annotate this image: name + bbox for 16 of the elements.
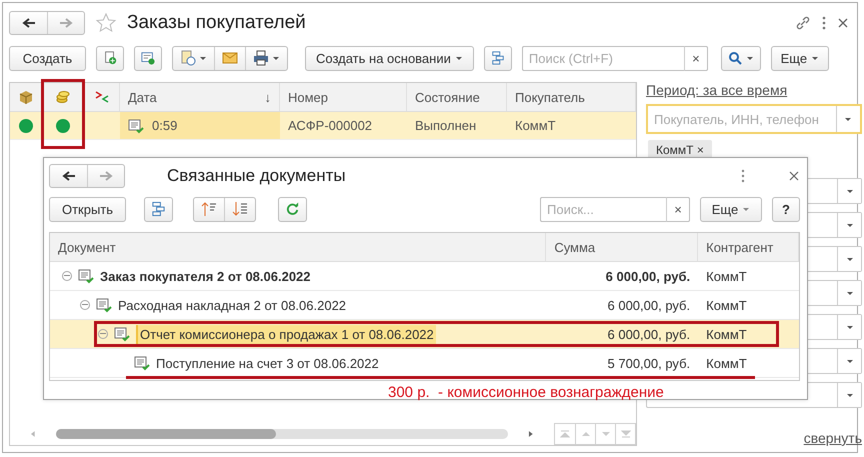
table-cell: КоммТ bbox=[515, 118, 556, 133]
dialog-title: Связанные документы bbox=[167, 166, 346, 186]
table-cell: 5 700,00, руб. bbox=[608, 356, 690, 370]
table-cell: КоммТ bbox=[706, 268, 747, 284]
table-cell: КоммТ bbox=[706, 356, 747, 370]
sort-indicator: ↓ bbox=[264, 90, 271, 104]
table-cell: 6 000,00, руб. bbox=[608, 326, 690, 342]
annotation-text: 300 р. - комиссионное вознаграждение bbox=[388, 384, 664, 401]
table-cell: КоммТ bbox=[706, 326, 747, 342]
table-cell: Выполнен bbox=[415, 118, 476, 133]
table-cell: 6 000,00, руб. bbox=[608, 298, 690, 312]
table-cell: 0:59 bbox=[152, 118, 178, 133]
table-cell: 6 000,00, руб. bbox=[606, 268, 690, 284]
window-title: Заказы покупателей bbox=[127, 12, 306, 34]
table-cell: КоммТ bbox=[706, 298, 747, 312]
table-cell: АСФР-000002 bbox=[288, 118, 372, 133]
